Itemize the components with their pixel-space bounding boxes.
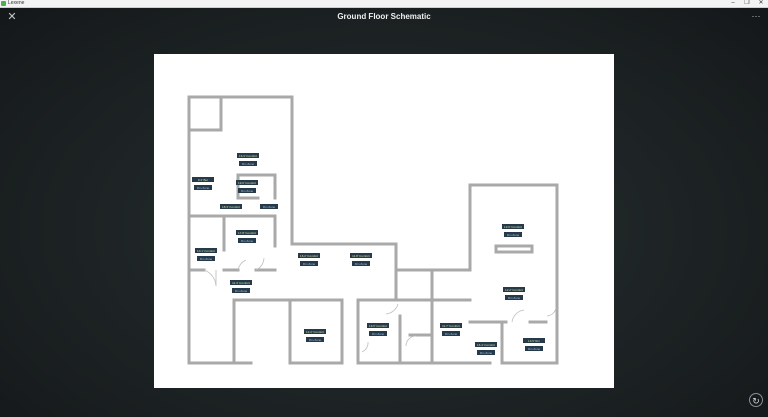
- room-label[interactable]: Rm Zone: [260, 204, 278, 209]
- room-label-name: 11.8' Comfort: [352, 254, 370, 258]
- window-close-button[interactable]: ✕: [754, 0, 768, 7]
- room-label-zone: Rm Zone: [445, 332, 458, 336]
- wall-inner-room-b: [236, 173, 260, 200]
- room-label-zone: Rm Zone: [309, 338, 322, 342]
- app-name: Lexene: [8, 0, 25, 6]
- door-swing-f: [405, 335, 417, 347]
- app-window: Lexene – ❐ ✕ ✕ Ground Floor Schematic ··…: [0, 0, 768, 417]
- minimize-button[interactable]: –: [726, 0, 740, 7]
- wall-top-left-room: [187, 95, 223, 132]
- room-label-zone: Rm Zone: [372, 332, 385, 336]
- room-label-zone: Rm Zone: [235, 289, 248, 293]
- room-label-zone: Rm Zone: [200, 257, 213, 261]
- maximize-button[interactable]: ❐: [740, 0, 754, 7]
- room-label[interactable]: 16.4' Comfort Rm Zone: [475, 342, 497, 355]
- door-swing-h: [546, 307, 557, 317]
- room-label-name: 9.4' Bur: [198, 178, 208, 182]
- room-label-zone: Rm Zone: [241, 239, 254, 243]
- outer-wall-lower-left: [232, 298, 292, 365]
- door-swing-g: [511, 309, 525, 323]
- room-label[interactable]: 11.3' Comfort Rm Zone: [230, 280, 252, 293]
- door-swing-c: [255, 257, 265, 271]
- room-label-zone: Rm Zone: [242, 162, 255, 166]
- room-labels: 16.3' Comfort Rm Zone 9.4' Bur Rm Zone 19.0'…: [192, 153, 545, 355]
- room-label[interactable]: 16.2' Comfort Rm Zone: [298, 253, 320, 266]
- room-label-name: 10.1' Comfort: [197, 249, 215, 253]
- refresh-icon[interactable]: ↻: [749, 393, 763, 407]
- room-label[interactable]: 16.3' Comfort Rm Zone: [237, 153, 259, 166]
- room-label[interactable]: 18.3' Comfort: [220, 204, 242, 209]
- room-label-zone: Rm Zone: [355, 262, 368, 266]
- room-label-name: 19.0' Comfort: [238, 181, 256, 185]
- window-titlebar: Lexene – ❐ ✕: [0, 0, 768, 8]
- more-options-icon[interactable]: ···: [748, 11, 764, 21]
- room-label-zone: Rm Zone: [197, 186, 210, 190]
- room-label-zone: Rm Zone: [480, 351, 493, 355]
- room-label[interactable]: 9.4' Bur Rm Zone: [192, 177, 214, 190]
- room-label[interactable]: 10.1' Comfort Rm Zone: [195, 248, 217, 261]
- room-label-name: 13.0' Comfort: [504, 225, 522, 229]
- room-label-zone: Rm Zone: [528, 347, 541, 351]
- room-label[interactable]: 11.8' Comfort Rm Zone: [350, 253, 372, 266]
- room-label[interactable]: 11.7' Comfort Rm Zone: [440, 323, 462, 336]
- room-label-zone: Rm Zone: [508, 296, 521, 300]
- page-title: Ground Floor Schematic: [337, 12, 431, 21]
- room-label[interactable]: 13.0' Comfort Rm Zone: [502, 224, 524, 237]
- floor-plan-canvas[interactable]: 16.3' Comfort Rm Zone 9.4' Bur Rm Zone 19.0'…: [154, 54, 614, 388]
- app-logo-icon: [1, 1, 6, 6]
- room-label[interactable]: 13.5' Rm Rm Zone: [523, 338, 545, 351]
- wall-inner-room: [236, 173, 277, 200]
- room-label-name: 12.2' Comfort: [505, 288, 523, 292]
- room-label-name: 11.3' Comfort: [232, 281, 250, 285]
- room-label[interactable]: 12.2' Comfort Rm Zone: [503, 287, 525, 300]
- room-label-zone: Rm Zone: [241, 189, 254, 193]
- room-label-zone: Rm Zone: [507, 233, 520, 237]
- room-label-zone: Rm Zone: [303, 262, 316, 266]
- room-label[interactable]: 14.2' Comfort Rm Zone: [304, 329, 326, 342]
- room-label-name: 19.5' Comfort: [369, 324, 387, 328]
- room-label[interactable]: 19.5' Comfort Rm Zone: [367, 323, 389, 336]
- room-label-name: 11.7' Comfort: [442, 324, 460, 328]
- wall-counter: [494, 244, 534, 254]
- close-icon[interactable]: ✕: [5, 11, 19, 23]
- floor-plan-drawing: 16.3' Comfort Rm Zone 9.4' Bur Rm Zone 19.0'…: [187, 95, 559, 365]
- room-label-name: 16.2' Comfort: [300, 254, 318, 258]
- room-label-name: 17.8' Comfort: [238, 231, 256, 235]
- room-label-name: 16.3' Comfort: [239, 154, 257, 158]
- room-label-name: 18.3' Comfort: [222, 205, 240, 209]
- door-swing-d: [385, 303, 399, 315]
- door-swing-a: [203, 269, 217, 287]
- room-label-zone: Rm Zone: [263, 205, 276, 209]
- door-swing-e: [361, 341, 369, 353]
- room-label-name: 14.2' Comfort: [306, 330, 324, 334]
- room-label-name: 13.5' Rm: [528, 339, 540, 343]
- room-label-name: 16.4' Comfort: [477, 343, 495, 347]
- room-label[interactable]: 17.8' Comfort Rm Zone: [236, 230, 258, 243]
